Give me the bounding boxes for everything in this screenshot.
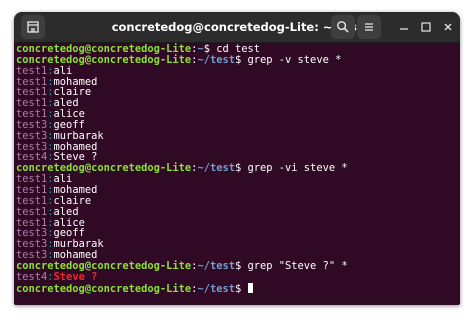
command-text: grep "Steve ?" * (247, 259, 348, 272)
prompt-user: concretedog@concretedog-Lite (16, 282, 192, 295)
maximize-icon (421, 22, 431, 32)
command-text: grep -v steve * (247, 53, 342, 66)
prompt-line: concretedog@concretedog-Lite:~/test$ gre… (16, 53, 458, 66)
output-line: test1:claire (16, 195, 458, 207)
minimize-icon (400, 28, 408, 30)
prompt-path: ~/test (197, 162, 235, 175)
window-title: concretedog@concretedog-Lite: ~/test (111, 20, 363, 34)
maximize-button[interactable] (419, 20, 433, 34)
prompt-path: ~/test (197, 282, 235, 295)
cursor (247, 282, 253, 293)
grep-filename: test4 (16, 270, 48, 283)
prompt-dollar: $ (234, 259, 248, 272)
prompt-line: concretedog@concretedog-Lite:~/test$ (16, 282, 458, 295)
prompt-path: ~/test (197, 53, 235, 66)
output-line: test1:claire (16, 87, 458, 98)
search-button[interactable] (331, 15, 355, 39)
prompt-path: ~/test (197, 259, 235, 272)
close-icon (444, 23, 452, 31)
minimize-button[interactable] (397, 20, 411, 34)
prompt-dollar: $ (234, 53, 248, 66)
close-button[interactable] (441, 20, 455, 34)
new-tab-icon (27, 21, 39, 33)
new-tab-button[interactable] (21, 15, 45, 39)
grep-match-text: Steve ? (53, 270, 98, 283)
command-text: grep -vi steve * (247, 162, 348, 175)
output-line: test4:Steve ? (16, 270, 458, 283)
prompt-line: concretedog@concretedog-Lite:~/test$ gre… (16, 163, 458, 174)
prompt-dollar: $ (234, 162, 248, 175)
hamburger-menu-icon (365, 23, 373, 31)
prompt-dollar: $ (234, 282, 248, 295)
title-bar[interactable]: concretedog@concretedog-Lite: ~/test (14, 12, 460, 43)
terminal-output[interactable]: concretedog@concretedog-Lite:~$ cd test c… (16, 44, 458, 304)
menu-button[interactable] (357, 15, 381, 39)
search-icon (337, 21, 349, 33)
terminal-window: concretedog@concretedog-Lite: ~/test con… (14, 12, 460, 305)
